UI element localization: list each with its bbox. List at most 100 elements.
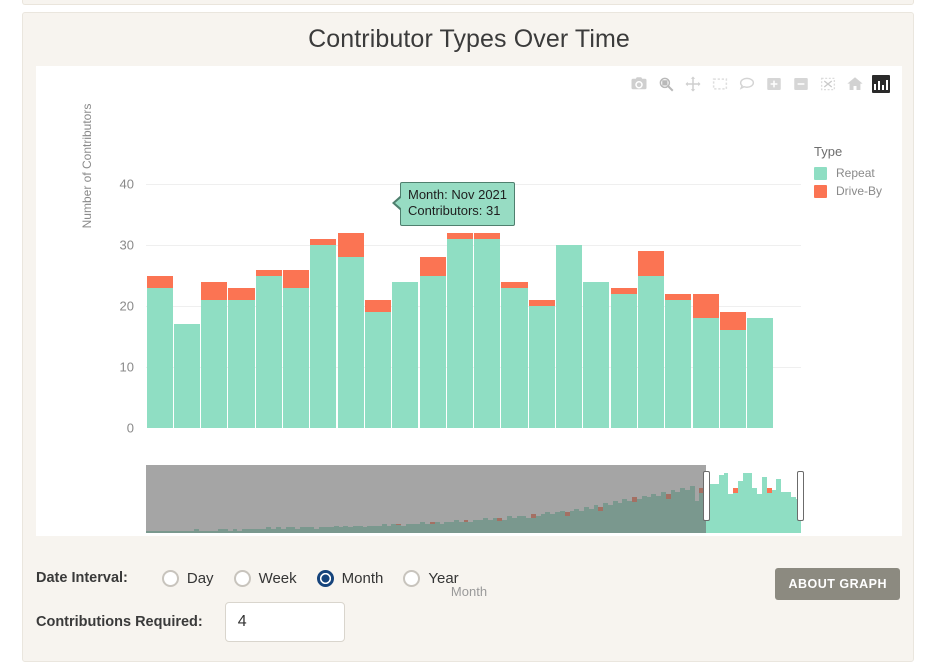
y-axis-tick-label: 30	[119, 237, 134, 253]
bar-column[interactable]	[528, 172, 555, 428]
bar-column[interactable]	[201, 172, 228, 428]
y-axis-tick-label: 40	[119, 176, 134, 192]
radio-label-year: Year	[428, 569, 459, 587]
radio-option-day[interactable]: Day	[152, 569, 214, 587]
bar-segment-drive-by[interactable]	[337, 232, 364, 258]
radio-label-month: Month	[341, 569, 384, 587]
radio-label-week: Week	[258, 569, 297, 587]
radio-option-month[interactable]: Month	[307, 569, 384, 587]
bar-column[interactable]	[719, 172, 746, 428]
app-root: Contributor Types Over Time Number of Co…	[0, 0, 936, 666]
bar-segment-repeat[interactable]	[501, 287, 528, 428]
y-axis-ticks: 0 10 20 30 40	[104, 66, 134, 536]
bar-segment-repeat[interactable]	[392, 281, 419, 428]
bar-segment-drive-by[interactable]	[637, 251, 665, 276]
bar-segment-drive-by[interactable]	[364, 300, 392, 313]
bar-segment-repeat[interactable]	[474, 239, 501, 428]
bar-segment-repeat[interactable]	[692, 318, 719, 428]
date-interval-label: Date Interval:	[36, 570, 128, 586]
bar-segment-repeat[interactable]	[719, 330, 746, 428]
y-axis-tick-label: 0	[126, 420, 134, 436]
bar-segment-repeat[interactable]	[228, 300, 255, 428]
contributions-required-row: Contributions Required:	[36, 602, 902, 642]
bar-segment-repeat[interactable]	[283, 287, 310, 428]
y-axis-title: Number of Contributors	[80, 103, 94, 229]
card-above-strip	[22, 0, 914, 5]
bar-segment-repeat[interactable]	[665, 300, 692, 428]
legend-label-repeat: Repeat	[836, 166, 875, 180]
y-axis-tick-label: 10	[119, 359, 134, 375]
bar-segment-drive-by[interactable]	[283, 269, 310, 288]
bar-segment-repeat[interactable]	[528, 306, 555, 428]
range-slider[interactable]	[146, 465, 804, 533]
contributions-required-input[interactable]	[224, 602, 345, 642]
legend-swatch-drive-by	[814, 184, 827, 198]
bar-segment-repeat[interactable]	[446, 239, 473, 428]
bar-segment-repeat[interactable]	[310, 245, 337, 428]
bar-column[interactable]	[364, 172, 392, 428]
bar-segment-repeat[interactable]	[337, 257, 364, 428]
bar-segment-repeat[interactable]	[583, 281, 610, 428]
range-slider-handle-right[interactable]	[797, 471, 804, 521]
legend-item-repeat[interactable]: Repeat	[814, 166, 904, 180]
bar-column[interactable]	[774, 172, 801, 428]
bar-segment-drive-by[interactable]	[228, 287, 255, 300]
bar-segment-repeat[interactable]	[201, 300, 228, 428]
graph-card: Contributor Types Over Time Number of Co…	[22, 12, 914, 662]
bar-segment-repeat[interactable]	[419, 275, 446, 428]
bar-segment-repeat[interactable]	[747, 318, 774, 428]
radio-label-day: Day	[186, 569, 214, 587]
bar-segment-drive-by[interactable]	[419, 257, 446, 276]
reset-axes-icon[interactable]	[845, 74, 864, 93]
bar-column[interactable]	[583, 172, 610, 428]
bar-column[interactable]	[173, 172, 200, 428]
legend[interactable]: Type Repeat Drive-By	[814, 144, 904, 202]
bar-column[interactable]	[692, 172, 719, 428]
page-title: Contributor Types Over Time	[308, 25, 630, 53]
bar-segment-drive-by[interactable]	[719, 312, 746, 331]
bar-segment-repeat[interactable]	[637, 275, 665, 428]
bar-segment-repeat[interactable]	[173, 324, 200, 428]
bar-column[interactable]	[747, 172, 774, 428]
radio-dot-week[interactable]	[233, 569, 251, 587]
legend-item-drive-by[interactable]: Drive-By	[814, 184, 904, 198]
radio-dot-month[interactable]	[316, 569, 334, 587]
range-slider-handle-left[interactable]	[703, 471, 711, 521]
bar-column[interactable]	[337, 172, 364, 428]
range-slider-mask-left	[146, 465, 707, 533]
bar-column[interactable]	[146, 172, 173, 428]
bar-column[interactable]	[228, 172, 255, 428]
plot-panel: Number of Contributors 010203040 Nov 202…	[36, 66, 904, 599]
bar-column[interactable]	[610, 172, 637, 428]
radio-option-year[interactable]: Year	[393, 569, 459, 587]
bar-segment-repeat[interactable]	[610, 293, 637, 428]
radio-dot-day[interactable]	[161, 569, 179, 587]
controls-area: Date Interval: Day Week Month Year Contribu…	[36, 561, 902, 642]
bar-segment-repeat[interactable]	[364, 312, 392, 428]
about-graph-button[interactable]: ABOUT GRAPH	[775, 568, 900, 600]
bar-column[interactable]	[637, 172, 665, 428]
radio-option-week[interactable]: Week	[224, 569, 297, 587]
contributions-required-label: Contributions Required:	[36, 614, 203, 630]
plotly-logo-icon[interactable]	[872, 74, 890, 93]
radio-dot-year[interactable]	[403, 569, 421, 587]
bar-column[interactable]	[255, 172, 282, 428]
bar-column[interactable]	[310, 172, 337, 428]
bar-column[interactable]	[282, 172, 310, 428]
tooltip-line-month: Month: Nov 2021	[408, 187, 508, 202]
legend-title: Type	[814, 144, 843, 159]
autoscale-icon[interactable]	[818, 74, 837, 93]
bar-column[interactable]	[665, 172, 692, 428]
legend-swatch-repeat	[814, 166, 827, 180]
legend-label-drive-by: Drive-By	[836, 184, 883, 198]
date-interval-radio-group[interactable]: Day Week Month Year	[152, 569, 469, 587]
date-interval-row: Date Interval: Day Week Month Year	[36, 561, 902, 595]
bar-column[interactable]	[555, 172, 583, 428]
bar-segment-repeat[interactable]	[255, 275, 282, 428]
bar-segment-repeat[interactable]	[146, 287, 173, 428]
bar-segment-repeat[interactable]	[556, 245, 583, 428]
bar-segment-drive-by[interactable]	[146, 275, 173, 288]
bar-segment-drive-by[interactable]	[692, 293, 719, 319]
y-axis-tick-label: 20	[119, 298, 134, 314]
bar-segment-drive-by[interactable]	[201, 281, 228, 300]
